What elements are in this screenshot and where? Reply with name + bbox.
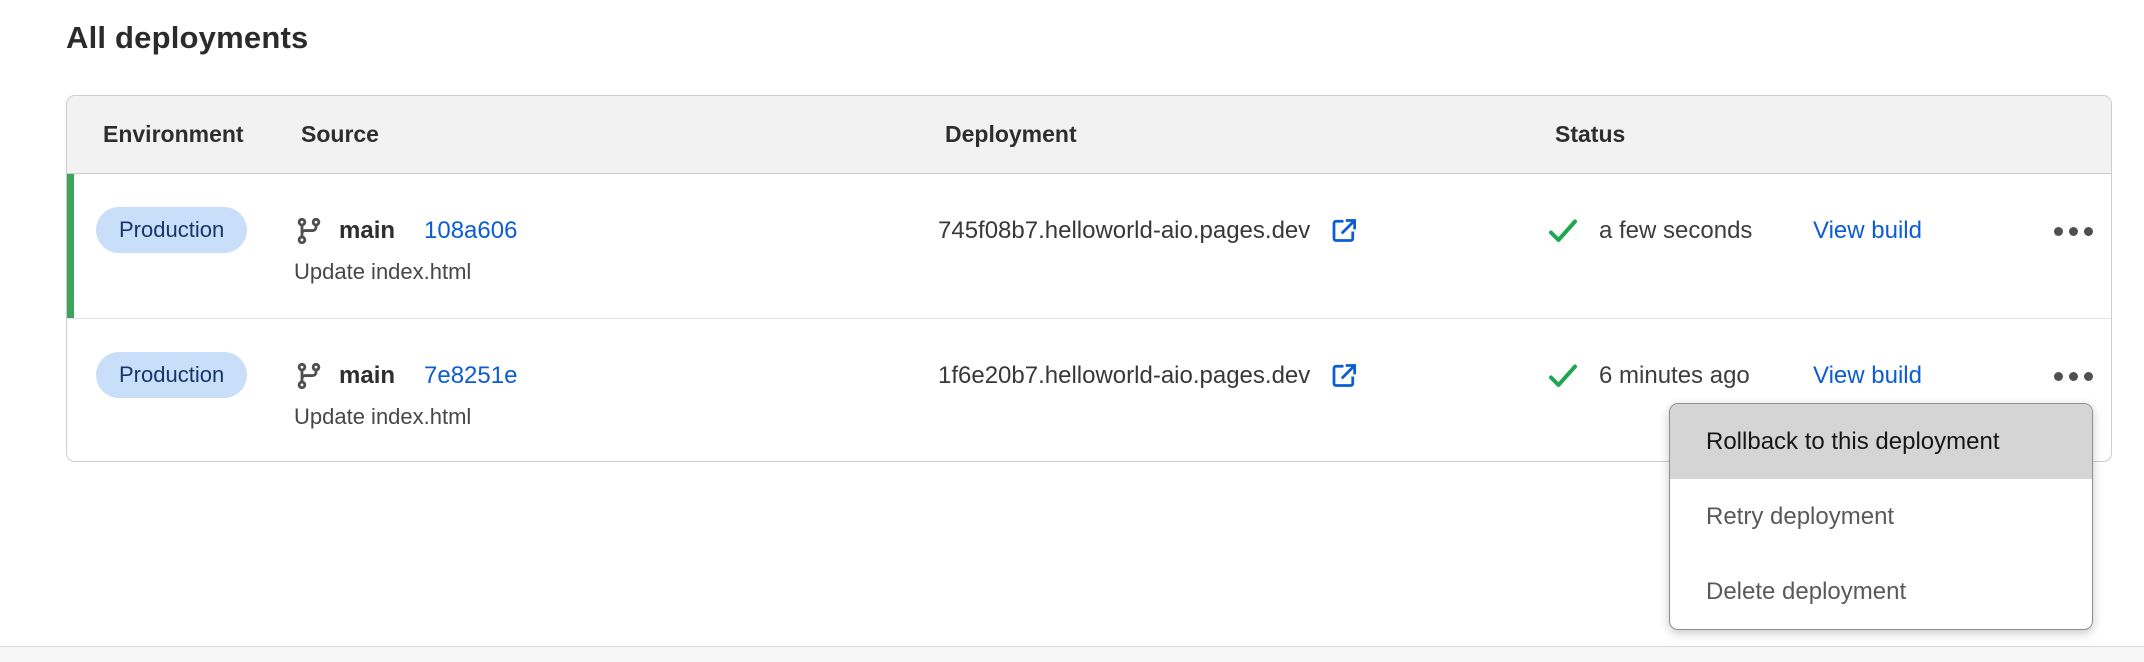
external-link-icon[interactable]	[1329, 216, 1359, 246]
row-actions-menu-button[interactable]	[2048, 219, 2099, 244]
commit-message: Update index.html	[294, 259, 938, 285]
deployment-row: Production main 108a606 Update index.htm…	[67, 174, 2111, 319]
status-time: 6 minutes ago	[1599, 362, 1750, 390]
external-link-icon[interactable]	[1329, 361, 1359, 391]
success-check-icon	[1548, 363, 1578, 389]
deployments-page: All deployments Environment Source Deplo…	[0, 0, 2144, 662]
row-actions-menu-button[interactable]	[2048, 364, 2099, 389]
commit-message: Update index.html	[294, 404, 938, 430]
deployment-context-menu: Rollback to this deployment Retry deploy…	[1669, 403, 2093, 630]
commit-link[interactable]: 7e8251e	[424, 362, 517, 390]
menu-item-retry[interactable]: Retry deployment	[1670, 479, 2092, 554]
active-deployment-indicator	[67, 174, 74, 318]
column-header-status: Status	[1548, 121, 1813, 148]
source-cell: main 108a606 Update index.html	[294, 174, 938, 318]
deployment-cell: 1f6e20b7.helloworld-aio.pages.dev	[938, 319, 1548, 461]
page-title: All deployments	[66, 20, 308, 56]
environment-cell: Production	[96, 174, 294, 318]
column-header-environment: Environment	[96, 121, 294, 148]
table-header: Environment Source Deployment Status	[67, 96, 2111, 174]
status-time: a few seconds	[1599, 217, 1752, 245]
view-build-link[interactable]: View build	[1813, 217, 1922, 245]
column-header-source: Source	[294, 121, 938, 148]
actions-cell	[2048, 174, 2111, 318]
deployment-cell: 745f08b7.helloworld-aio.pages.dev	[938, 174, 1548, 318]
status-cell: a few seconds	[1548, 174, 1813, 318]
deployment-url: 1f6e20b7.helloworld-aio.pages.dev	[938, 362, 1310, 390]
environment-badge: Production	[96, 207, 247, 253]
view-build-cell: View build	[1813, 174, 2048, 318]
view-build-link[interactable]: View build	[1813, 362, 1922, 390]
column-header-deployment: Deployment	[938, 121, 1548, 148]
success-check-icon	[1548, 218, 1578, 244]
branch-name: main	[339, 362, 395, 390]
environment-badge: Production	[96, 352, 247, 398]
git-branch-icon	[294, 216, 324, 246]
section-divider	[0, 646, 2144, 662]
menu-item-delete[interactable]: Delete deployment	[1670, 554, 2092, 629]
menu-item-rollback[interactable]: Rollback to this deployment	[1670, 404, 2092, 479]
commit-link[interactable]: 108a606	[424, 217, 517, 245]
source-cell: main 7e8251e Update index.html	[294, 319, 938, 461]
git-branch-icon	[294, 361, 324, 391]
deployment-url: 745f08b7.helloworld-aio.pages.dev	[938, 217, 1310, 245]
branch-name: main	[339, 217, 395, 245]
environment-cell: Production	[96, 319, 294, 461]
